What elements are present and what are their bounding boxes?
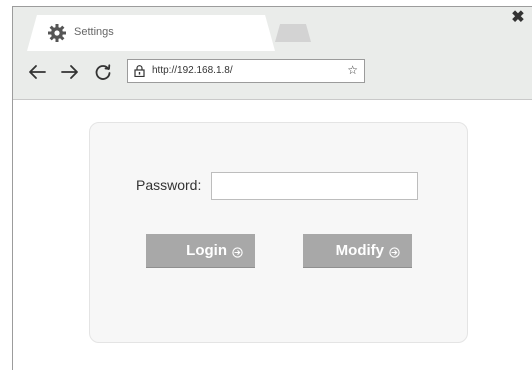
back-arrow-icon[interactable] (27, 63, 47, 81)
reload-icon[interactable] (93, 63, 113, 81)
address-bar[interactable]: http://192.168.1.8/ ☆ (127, 59, 365, 83)
browser-chrome: Settings ✖ http://192.168.1.8/ ☆ (13, 7, 532, 100)
password-field[interactable] (211, 172, 418, 200)
gear-icon (48, 24, 66, 42)
modify-button[interactable]: Modify (303, 234, 412, 268)
lock-icon (134, 65, 145, 77)
password-label: Password: (136, 177, 202, 193)
arrow-circle-right-icon (389, 246, 400, 258)
login-panel: Password: Login Modify (89, 122, 468, 343)
login-button-label: Login (186, 242, 227, 259)
forward-arrow-icon[interactable] (60, 63, 80, 81)
close-icon[interactable]: ✖ (511, 10, 525, 26)
url-text: http://192.168.1.8/ (152, 65, 233, 76)
tab-title: Settings (74, 26, 114, 38)
login-button[interactable]: Login (146, 234, 255, 268)
modify-button-label: Modify (335, 242, 384, 259)
browser-window: Settings ✖ http://192.168.1.8/ ☆ Passwor… (12, 6, 532, 370)
new-tab-button[interactable] (275, 24, 311, 42)
star-icon[interactable]: ☆ (347, 63, 358, 77)
arrow-circle-right-icon (232, 246, 243, 258)
